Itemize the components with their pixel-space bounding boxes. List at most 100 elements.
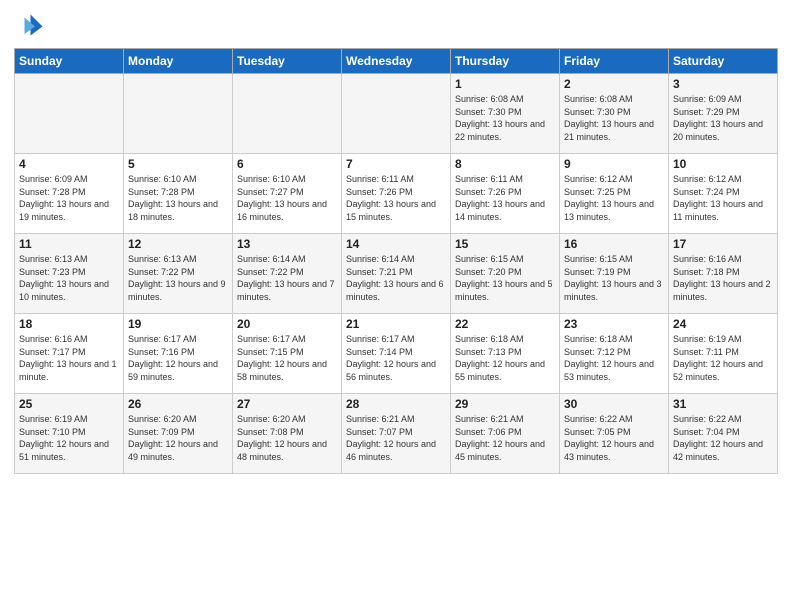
day-cell: 25 Sunrise: 6:19 AM Sunset: 7:10 PM Dayli… xyxy=(15,394,124,474)
day-cell: 26 Sunrise: 6:20 AM Sunset: 7:09 PM Dayli… xyxy=(124,394,233,474)
day-cell: 13 Sunrise: 6:14 AM Sunset: 7:22 PM Dayli… xyxy=(233,234,342,314)
day-number: 25 xyxy=(19,397,119,411)
day-info: Sunrise: 6:16 AM Sunset: 7:18 PM Dayligh… xyxy=(673,253,773,303)
day-number: 29 xyxy=(455,397,555,411)
day-info: Sunrise: 6:11 AM Sunset: 7:26 PM Dayligh… xyxy=(455,173,555,223)
day-info: Sunrise: 6:14 AM Sunset: 7:21 PM Dayligh… xyxy=(346,253,446,303)
day-number: 5 xyxy=(128,157,228,171)
day-cell: 27 Sunrise: 6:20 AM Sunset: 7:08 PM Dayli… xyxy=(233,394,342,474)
day-info: Sunrise: 6:21 AM Sunset: 7:07 PM Dayligh… xyxy=(346,413,446,463)
calendar-table: SundayMondayTuesdayWednesdayThursdayFrid… xyxy=(14,48,778,474)
week-row-3: 11 Sunrise: 6:13 AM Sunset: 7:23 PM Dayli… xyxy=(15,234,778,314)
weekday-header-thursday: Thursday xyxy=(451,49,560,74)
day-cell: 20Sunrise: 6:17 AM Sunset: 7:15 PM Dayli… xyxy=(233,314,342,394)
day-number: 4 xyxy=(19,157,119,171)
day-info: Sunrise: 6:09 AM Sunset: 7:29 PM Dayligh… xyxy=(673,93,773,143)
day-number: 7 xyxy=(346,157,446,171)
day-cell: 14 Sunrise: 6:14 AM Sunset: 7:21 PM Dayli… xyxy=(342,234,451,314)
day-cell: 6 Sunrise: 6:10 AM Sunset: 7:27 PM Daylig… xyxy=(233,154,342,234)
day-number: 15 xyxy=(455,237,555,251)
day-cell: 21 Sunrise: 6:17 AM Sunset: 7:14 PM Dayli… xyxy=(342,314,451,394)
day-cell xyxy=(233,74,342,154)
weekday-header-tuesday: Tuesday xyxy=(233,49,342,74)
week-row-2: 4Sunrise: 6:09 AM Sunset: 7:28 PM Daylig… xyxy=(15,154,778,234)
day-number: 13 xyxy=(237,237,337,251)
day-info: Sunrise: 6:21 AM Sunset: 7:06 PM Dayligh… xyxy=(455,413,555,463)
day-cell: 22Sunrise: 6:18 AM Sunset: 7:13 PM Dayli… xyxy=(451,314,560,394)
day-number: 31 xyxy=(673,397,773,411)
day-cell: 17Sunrise: 6:16 AM Sunset: 7:18 PM Dayli… xyxy=(669,234,778,314)
day-number: 26 xyxy=(128,397,228,411)
day-number: 10 xyxy=(673,157,773,171)
day-info: Sunrise: 6:13 AM Sunset: 7:23 PM Dayligh… xyxy=(19,253,119,303)
day-cell: 8 Sunrise: 6:11 AM Sunset: 7:26 PM Daylig… xyxy=(451,154,560,234)
day-number: 18 xyxy=(19,317,119,331)
day-info: Sunrise: 6:20 AM Sunset: 7:08 PM Dayligh… xyxy=(237,413,337,463)
day-cell: 18 Sunrise: 6:16 AM Sunset: 7:17 PM Dayli… xyxy=(15,314,124,394)
day-number: 24 xyxy=(673,317,773,331)
day-info: Sunrise: 6:12 AM Sunset: 7:24 PM Dayligh… xyxy=(673,173,773,223)
day-cell: 10 Sunrise: 6:12 AM Sunset: 7:24 PM Dayli… xyxy=(669,154,778,234)
day-info: Sunrise: 6:17 AM Sunset: 7:16 PM Dayligh… xyxy=(128,333,228,383)
day-number: 6 xyxy=(237,157,337,171)
weekday-header-saturday: Saturday xyxy=(669,49,778,74)
day-number: 30 xyxy=(564,397,664,411)
day-cell xyxy=(15,74,124,154)
day-cell: 24 Sunrise: 6:19 AM Sunset: 7:11 PM Dayli… xyxy=(669,314,778,394)
day-info: Sunrise: 6:12 AM Sunset: 7:25 PM Dayligh… xyxy=(564,173,664,223)
day-info: Sunrise: 6:10 AM Sunset: 7:27 PM Dayligh… xyxy=(237,173,337,223)
day-cell: 9 Sunrise: 6:12 AM Sunset: 7:25 PM Daylig… xyxy=(560,154,669,234)
day-number: 21 xyxy=(346,317,446,331)
day-number: 1 xyxy=(455,77,555,91)
day-number: 27 xyxy=(237,397,337,411)
day-info: Sunrise: 6:10 AM Sunset: 7:28 PM Dayligh… xyxy=(128,173,228,223)
day-cell: 30Sunrise: 6:22 AM Sunset: 7:05 PM Dayli… xyxy=(560,394,669,474)
day-number: 20 xyxy=(237,317,337,331)
day-cell: 7 Sunrise: 6:11 AM Sunset: 7:26 PM Daylig… xyxy=(342,154,451,234)
logo xyxy=(14,10,48,40)
day-number: 11 xyxy=(19,237,119,251)
day-info: Sunrise: 6:14 AM Sunset: 7:22 PM Dayligh… xyxy=(237,253,337,303)
day-number: 19 xyxy=(128,317,228,331)
day-number: 8 xyxy=(455,157,555,171)
day-info: Sunrise: 6:13 AM Sunset: 7:22 PM Dayligh… xyxy=(128,253,228,303)
day-cell: 19 Sunrise: 6:17 AM Sunset: 7:16 PM Dayli… xyxy=(124,314,233,394)
header xyxy=(14,10,778,40)
day-cell xyxy=(124,74,233,154)
day-cell: 31 Sunrise: 6:22 AM Sunset: 7:04 PM Dayli… xyxy=(669,394,778,474)
day-info: Sunrise: 6:15 AM Sunset: 7:19 PM Dayligh… xyxy=(564,253,664,303)
day-number: 12 xyxy=(128,237,228,251)
day-cell: 4Sunrise: 6:09 AM Sunset: 7:28 PM Daylig… xyxy=(15,154,124,234)
day-info: Sunrise: 6:19 AM Sunset: 7:10 PM Dayligh… xyxy=(19,413,119,463)
day-number: 16 xyxy=(564,237,664,251)
logo-icon xyxy=(14,10,44,40)
day-cell: 3 Sunrise: 6:09 AM Sunset: 7:29 PM Daylig… xyxy=(669,74,778,154)
week-row-4: 18 Sunrise: 6:16 AM Sunset: 7:17 PM Dayli… xyxy=(15,314,778,394)
day-number: 3 xyxy=(673,77,773,91)
day-number: 9 xyxy=(564,157,664,171)
day-info: Sunrise: 6:18 AM Sunset: 7:13 PM Dayligh… xyxy=(455,333,555,383)
day-cell: 12 Sunrise: 6:13 AM Sunset: 7:22 PM Dayli… xyxy=(124,234,233,314)
day-info: Sunrise: 6:19 AM Sunset: 7:11 PM Dayligh… xyxy=(673,333,773,383)
weekday-header-friday: Friday xyxy=(560,49,669,74)
weekday-header-row: SundayMondayTuesdayWednesdayThursdayFrid… xyxy=(15,49,778,74)
day-info: Sunrise: 6:15 AM Sunset: 7:20 PM Dayligh… xyxy=(455,253,555,303)
week-row-1: 1 Sunrise: 6:08 AM Sunset: 7:30 PM Daylig… xyxy=(15,74,778,154)
day-cell: 15 Sunrise: 6:15 AM Sunset: 7:20 PM Dayli… xyxy=(451,234,560,314)
day-cell: 29 Sunrise: 6:21 AM Sunset: 7:06 PM Dayli… xyxy=(451,394,560,474)
day-cell: 2Sunrise: 6:08 AM Sunset: 7:30 PM Daylig… xyxy=(560,74,669,154)
day-cell: 16 Sunrise: 6:15 AM Sunset: 7:19 PM Dayli… xyxy=(560,234,669,314)
day-info: Sunrise: 6:20 AM Sunset: 7:09 PM Dayligh… xyxy=(128,413,228,463)
week-row-5: 25 Sunrise: 6:19 AM Sunset: 7:10 PM Dayli… xyxy=(15,394,778,474)
day-info: Sunrise: 6:17 AM Sunset: 7:14 PM Dayligh… xyxy=(346,333,446,383)
day-info: Sunrise: 6:22 AM Sunset: 7:04 PM Dayligh… xyxy=(673,413,773,463)
page: SundayMondayTuesdayWednesdayThursdayFrid… xyxy=(0,0,792,612)
day-info: Sunrise: 6:11 AM Sunset: 7:26 PM Dayligh… xyxy=(346,173,446,223)
day-number: 23 xyxy=(564,317,664,331)
day-info: Sunrise: 6:08 AM Sunset: 7:30 PM Dayligh… xyxy=(455,93,555,143)
day-cell: 28Sunrise: 6:21 AM Sunset: 7:07 PM Dayli… xyxy=(342,394,451,474)
day-number: 14 xyxy=(346,237,446,251)
day-info: Sunrise: 6:16 AM Sunset: 7:17 PM Dayligh… xyxy=(19,333,119,383)
day-info: Sunrise: 6:08 AM Sunset: 7:30 PM Dayligh… xyxy=(564,93,664,143)
day-cell: 23Sunrise: 6:18 AM Sunset: 7:12 PM Dayli… xyxy=(560,314,669,394)
